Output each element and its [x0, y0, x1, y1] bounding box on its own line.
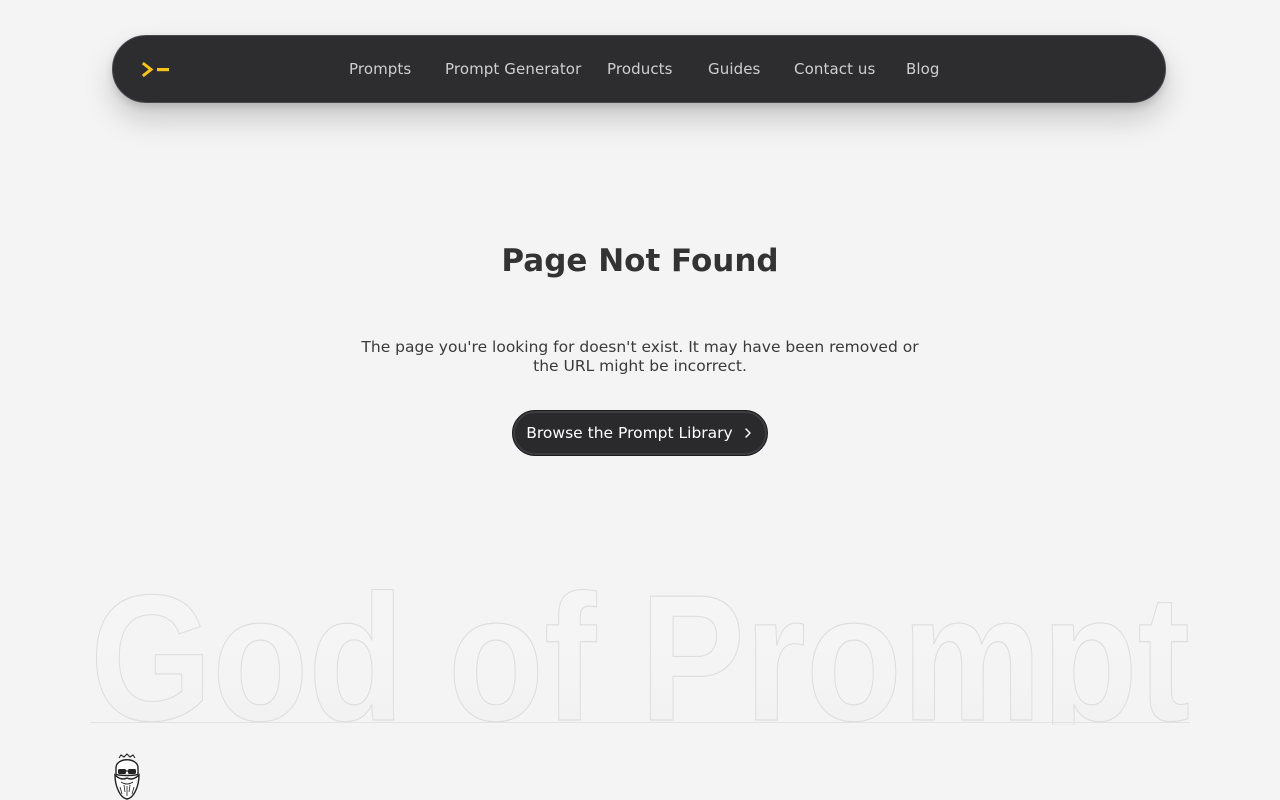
nav-link-prompts[interactable]: Prompts [349, 60, 411, 78]
error-description: The page you're looking for doesn't exis… [361, 338, 919, 375]
nav-link-contact-us[interactable]: Contact us [794, 60, 875, 78]
top-navbar: Prompts Prompt Generator Products Guides… [112, 35, 1166, 103]
footer-divider [90, 722, 1190, 723]
cta-label: Browse the Prompt Library [526, 424, 733, 442]
nav-link-prompt-generator[interactable]: Prompt Generator [445, 60, 581, 78]
page-title: Page Not Found [501, 243, 779, 279]
nav-link-products[interactable]: Products [607, 60, 673, 78]
browse-prompt-library-button[interactable]: Browse the Prompt Library [512, 410, 768, 456]
chevron-right-icon [744, 428, 751, 438]
nav-link-blog[interactable]: Blog [906, 60, 940, 78]
bearded-face-avatar-icon[interactable] [107, 752, 147, 800]
nav-link-guides[interactable]: Guides [708, 60, 760, 78]
brand-watermark-word: God of Prompt [90, 560, 1190, 725]
nav-links: Prompts Prompt Generator Products Guides… [113, 36, 1165, 102]
brand-watermark-text: God of Prompt [89, 560, 1190, 725]
